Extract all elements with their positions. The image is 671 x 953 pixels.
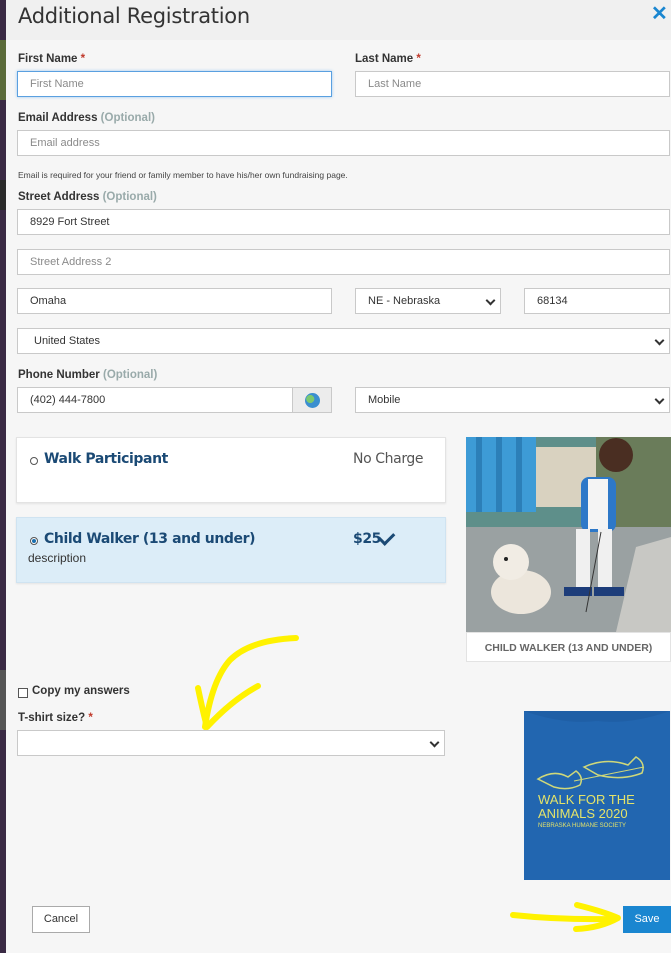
walk-participant-name: Walk Participant: [44, 451, 168, 467]
child-walker-photo: [466, 437, 671, 632]
zip-input[interactable]: 68134: [524, 288, 670, 314]
state-select[interactable]: NE - Nebraska: [355, 288, 501, 314]
walk-participant-price: No Charge: [353, 451, 424, 467]
tshirt-size-select[interactable]: [17, 730, 445, 756]
phone-type-select[interactable]: Mobile: [355, 387, 670, 413]
close-icon[interactable]: ✕: [651, 4, 668, 24]
tshirt-label: T-shirt size? *: [18, 712, 93, 724]
option-walk-participant[interactable]: Walk Participant No Charge: [16, 437, 446, 503]
street-input[interactable]: 8929 Fort Street: [17, 209, 670, 235]
first-name-input[interactable]: First Name: [17, 71, 332, 97]
walk-participant-radio[interactable]: [30, 457, 38, 465]
city-input[interactable]: Omaha: [17, 288, 332, 314]
phone-input[interactable]: (402) 444-7800: [17, 387, 293, 413]
child-walker-description: description: [28, 551, 87, 565]
copy-answers-label: Copy my answers: [32, 685, 130, 697]
cancel-button[interactable]: Cancel: [32, 906, 90, 933]
child-walker-radio[interactable]: [30, 537, 38, 545]
copy-answers-checkbox[interactable]: [18, 688, 28, 698]
modal-title: Additional Registration: [18, 4, 250, 28]
child-walker-name: Child Walker (13 and under): [44, 531, 256, 547]
phone-label: Phone Number (Optional): [18, 369, 158, 381]
save-button[interactable]: Save: [623, 906, 671, 933]
photo-caption: CHILD WALKER (13 AND UNDER): [466, 632, 671, 662]
tshirt-image: WALK FOR THE ANIMALS 2020 NEBRASKA HUMAN…: [524, 711, 670, 880]
country-select[interactable]: United States: [17, 328, 670, 354]
child-walker-price: $25: [353, 531, 382, 547]
email-label: Email Address (Optional): [18, 112, 155, 124]
tshirt-text-line1: WALK FOR THE: [538, 792, 635, 807]
street2-input[interactable]: Street Address 2: [17, 249, 670, 275]
registration-modal: Additional Registration ✕ First Name * F…: [6, 0, 671, 953]
option-child-walker[interactable]: Child Walker (13 and under) $25: [16, 517, 446, 583]
first-name-label: First Name *: [18, 53, 86, 65]
street-label: Street Address (Optional): [18, 191, 157, 203]
tshirt-text-line2: ANIMALS 2020: [538, 806, 628, 821]
last-name-label: Last Name *: [355, 53, 421, 65]
tshirt-text-line3: NEBRASKA HUMANE SOCIETY: [538, 823, 626, 829]
email-note: Email is required for your friend or fam…: [18, 170, 348, 180]
globe-icon[interactable]: [292, 387, 332, 413]
email-input[interactable]: Email address: [17, 130, 670, 156]
last-name-input[interactable]: Last Name: [355, 71, 670, 97]
modal-header: Additional Registration ✕: [6, 0, 671, 40]
